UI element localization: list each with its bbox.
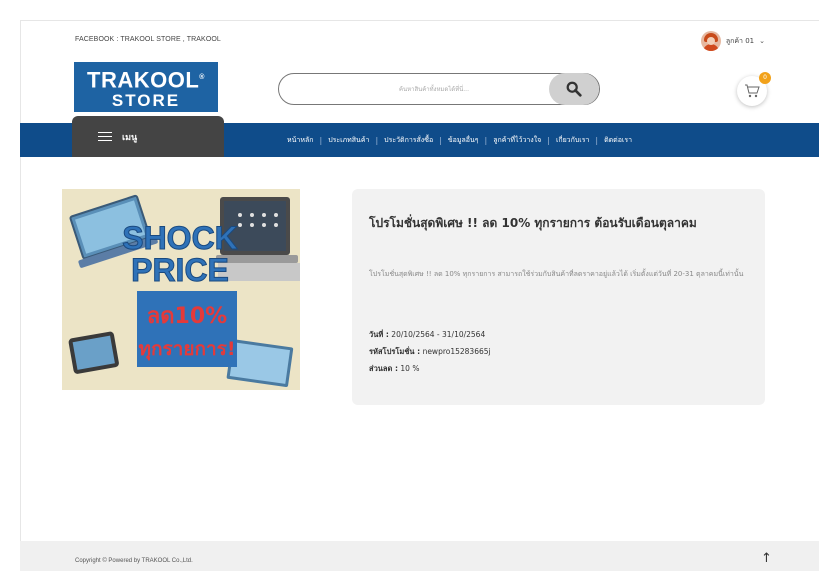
nav-item-about[interactable]: เกี่ยวกับเรา [550,135,595,146]
promo-card: โปรโมชั่นสุดพิเศษ !! ลด 10% ทุกรายการ ต้… [352,189,765,405]
promo-image: SHOCK PRICE ลด10% ทุกรายการ! [62,189,300,390]
avatar [700,31,721,51]
promo-price-text: PRICE [131,252,229,288]
promo-code-value: newpro15283665j [422,347,491,356]
promo-date-row: วันที่ : 20/10/2564 - 31/10/2564 [369,326,491,343]
promo-shock-text: SHOCK [122,220,238,256]
search-bar[interactable]: ค้นหาสินค้าทั้งหมดได้ที่นี่... [278,73,600,105]
promo-code-label: รหัสโปรโมชั่น : [369,347,421,356]
cart-button[interactable]: 0 [737,72,771,106]
promo-all-items-text: ทุกรายการ! [138,338,235,361]
promo-description: โปรโมชั่นสุดพิเศษ !! ลด 10% ทุกรายการ สา… [369,270,744,278]
logo-line2: STORE [111,91,181,111]
menu-label: เมนู [122,132,138,143]
nav-item-categories[interactable]: ประเภทสินค้า [322,135,375,146]
back-to-top-icon[interactable]: ↑ [761,551,772,566]
hamburger-icon [98,131,112,142]
promo-code-row: รหัสโปรโมชั่น : newpro15283665j [369,343,491,360]
social-links[interactable]: FACEBOOK : TRAKOOL STORE , TRAKOOL [75,36,221,43]
nav-item-trusted-customers[interactable]: ลูกค้าที่ไว้วางใจ [487,135,547,146]
logo-line1: TRAKOOL [87,67,200,93]
user-name: ลูกค้า 01 [725,36,755,45]
menu-button[interactable]: เมนู [72,116,224,157]
chevron-down-icon: ⌄ [759,37,765,45]
registered-mark: ® [199,74,205,81]
promo-date-value: 20/10/2564 - 31/10/2564 [391,330,486,339]
nav-item-order-history[interactable]: ประวัติการสั่งซื้อ [378,135,439,146]
user-menu[interactable]: ลูกค้า 01 ⌄ [700,31,765,51]
promo-discount-value: 10 % [400,364,420,373]
cart-count-badge: 0 [759,72,771,84]
search-icon [566,81,582,97]
promo-discount-text: ลด10% [147,304,227,329]
promo-title: โปรโมชั่นสุดพิเศษ !! ลด 10% ทุกรายการ ต้… [369,216,697,230]
promo-info: วันที่ : 20/10/2564 - 31/10/2564 รหัสโปร… [369,326,491,377]
promo-date-label: วันที่ : [369,330,389,339]
top-bar: FACEBOOK : TRAKOOL STORE , TRAKOOL ลูกค้… [20,20,819,58]
copyright-text: Copyright © Powered by TRAKOOL Co.,Ltd. [75,558,193,564]
search-button[interactable] [549,73,599,105]
nav-item-other-info[interactable]: ข้อมูลอื่นๆ [442,135,485,146]
promo-discount-row: ส่วนลด : 10 % [369,360,491,377]
search-input[interactable]: ค้นหาสินค้าทั้งหมดได้ที่นี่... [399,84,469,94]
nav-item-contact[interactable]: ติดต่อเรา [598,135,638,146]
footer: Copyright © Powered by TRAKOOL Co.,Ltd. … [20,541,819,571]
promo-discount-label: ส่วนลด : [369,364,398,373]
nav-item-home[interactable]: หน้าหลัก [281,135,319,146]
store-logo[interactable]: TRAKOOL® STORE [74,62,218,112]
cart-icon [745,84,760,98]
nav-items: หน้าหลัก | ประเภทสินค้า | ประวัติการสั่ง… [281,123,638,157]
